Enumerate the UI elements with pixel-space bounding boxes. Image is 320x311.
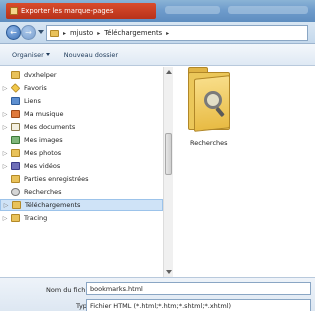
- breadcrumb-item[interactable]: mjusto: [70, 29, 93, 37]
- music-folder-icon: [11, 110, 20, 118]
- favorites-folder-icon: [10, 83, 21, 93]
- tree-item-mes-documents[interactable]: ▷ Mes documents: [0, 121, 163, 133]
- app-icon: [10, 7, 18, 15]
- scroll-up-arrow-icon[interactable]: [166, 70, 172, 74]
- address-bar[interactable]: ▸ mjusto ▸ Téléchargements ▸: [46, 25, 308, 41]
- file-item-label[interactable]: Recherches: [190, 139, 228, 147]
- expand-arrow-icon[interactable]: ▷: [2, 150, 8, 157]
- tree-item-label: Mes photos: [24, 149, 62, 157]
- title-bar-blur: [165, 6, 220, 14]
- recent-locations-dropdown[interactable]: [38, 30, 44, 34]
- folder-icon: [11, 214, 20, 222]
- expand-arrow-icon[interactable]: ▷: [2, 111, 8, 118]
- videos-folder-icon: [11, 162, 20, 170]
- chevron-right-icon[interactable]: ▸: [63, 30, 66, 37]
- title-bar: Exporter les marque-pages: [0, 0, 315, 22]
- scroll-down-arrow-icon[interactable]: [166, 270, 172, 274]
- tree-item-dvxhelper[interactable]: dvxhelper: [0, 69, 163, 81]
- scrollbar-thumb[interactable]: [165, 133, 172, 175]
- tree-item-label: dvxhelper: [24, 71, 57, 79]
- tree-item-label: Téléchargements: [25, 201, 81, 209]
- tree-item-ma-musique[interactable]: ▷ Ma musique: [0, 108, 163, 120]
- expand-arrow-icon[interactable]: ▷: [2, 85, 8, 92]
- chevron-right-icon[interactable]: ▸: [97, 30, 100, 37]
- organize-button[interactable]: Organiser: [12, 51, 50, 59]
- folder-icon: [11, 149, 20, 157]
- save-options-area: Nom du fichier : bookmarks.html Type : F…: [0, 277, 315, 311]
- navigation-row: ← → ▸ mjusto ▸ Téléchargements ▸: [0, 22, 315, 44]
- tree-item-liens[interactable]: Liens: [0, 95, 163, 107]
- new-folder-label: Nouveau dossier: [63, 50, 119, 59]
- tree-item-label: Mes images: [24, 136, 63, 144]
- chevron-down-icon: [45, 53, 50, 56]
- tree-item-telechargements[interactable]: ▷ Téléchargements: [0, 199, 163, 211]
- tree-item-label: Mes vidéos: [24, 162, 61, 170]
- tree-item-label: Tracing: [24, 214, 48, 222]
- links-folder-icon: [11, 97, 20, 105]
- navigation-pane: dvxhelper ▷ Favoris Liens ▷ Ma musique ▷…: [0, 67, 175, 277]
- expand-arrow-icon[interactable]: ▷: [2, 163, 8, 170]
- searches-folder-icon: [11, 188, 20, 196]
- expand-arrow-icon[interactable]: ▷: [3, 202, 9, 209]
- file-item-recherches[interactable]: [186, 67, 230, 139]
- tree-item-recherches[interactable]: Recherches: [0, 186, 163, 198]
- file-list-pane: Recherches: [176, 67, 315, 277]
- tree-item-mes-images[interactable]: Mes images: [0, 134, 163, 146]
- tree-item-label: Recherches: [24, 188, 62, 196]
- downloads-folder-icon: [12, 201, 21, 209]
- command-toolbar: Organiser Nouveau dossier: [0, 44, 315, 66]
- breadcrumb-item[interactable]: Téléchargements: [104, 29, 162, 37]
- tree-item-label: Parties enregistrées: [24, 175, 89, 183]
- title-bar-blur: [228, 6, 308, 14]
- filename-input[interactable]: bookmarks.html: [86, 282, 311, 295]
- organize-label: Organiser: [12, 50, 44, 59]
- magnifier-icon: [204, 91, 222, 109]
- chevron-right-icon[interactable]: ▸: [166, 30, 169, 37]
- tree-item-tracing[interactable]: ▷ Tracing: [0, 212, 163, 224]
- documents-folder-icon: [11, 123, 20, 131]
- tree-item-label: Mes documents: [24, 123, 76, 131]
- tree-item-mes-videos[interactable]: ▷ Mes vidéos: [0, 160, 163, 172]
- tree-item-label: Liens: [24, 97, 41, 105]
- window-title-chip: Exporter les marque-pages: [6, 3, 156, 19]
- window-title: Exporter les marque-pages: [21, 7, 114, 15]
- tree-item-mes-photos[interactable]: ▷ Mes photos: [0, 147, 163, 159]
- tree-item-parties-enregistrees[interactable]: Parties enregistrées: [0, 173, 163, 185]
- folder-icon: [11, 71, 20, 79]
- tree-item-label: Ma musique: [24, 110, 64, 118]
- back-button[interactable]: ←: [6, 25, 21, 40]
- tree-item-label: Favoris: [24, 84, 47, 92]
- saved-games-folder-icon: [11, 175, 20, 183]
- folder-icon: [50, 29, 59, 37]
- forward-button[interactable]: →: [21, 25, 36, 40]
- new-folder-button[interactable]: Nouveau dossier: [64, 51, 118, 59]
- tree-item-favoris[interactable]: ▷ Favoris: [0, 82, 163, 94]
- pictures-folder-icon: [11, 136, 20, 144]
- expand-arrow-icon[interactable]: ▷: [2, 124, 8, 131]
- expand-arrow-icon[interactable]: ▷: [2, 215, 8, 222]
- navigation-scrollbar[interactable]: [163, 67, 173, 277]
- filetype-select[interactable]: Fichier HTML (*.html;*.htm;*.shtml;*.xht…: [86, 299, 311, 311]
